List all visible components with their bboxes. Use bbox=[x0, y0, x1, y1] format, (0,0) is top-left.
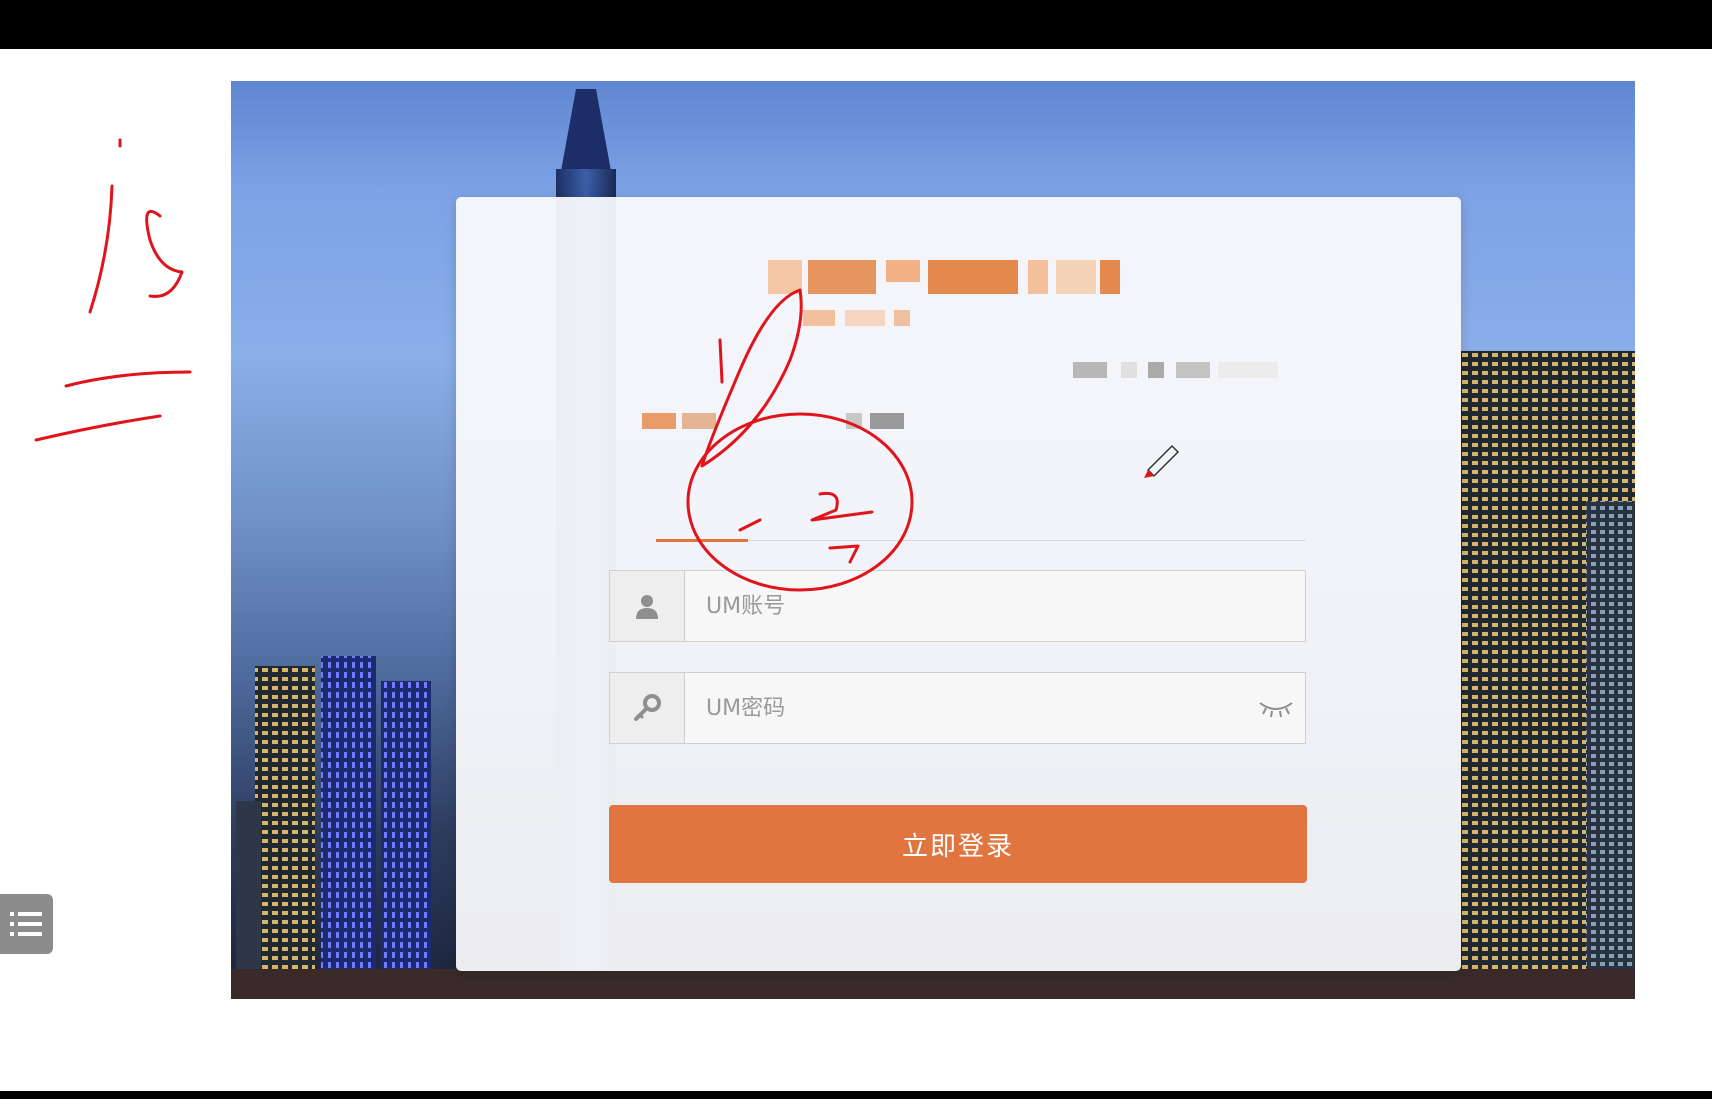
eye-closed-icon[interactable] bbox=[1258, 697, 1294, 723]
list-icon[interactable] bbox=[0, 894, 53, 954]
username-field-group bbox=[609, 570, 1306, 642]
top-black-bar bbox=[0, 0, 1712, 49]
username-input[interactable] bbox=[685, 571, 1245, 641]
annotation-underline-2 bbox=[34, 414, 162, 442]
user-icon bbox=[610, 571, 685, 641]
tab-active-indicator bbox=[656, 539, 748, 542]
password-input[interactable] bbox=[685, 673, 1245, 743]
login-button[interactable]: 立即登录 bbox=[609, 805, 1307, 883]
annotation-underline-1 bbox=[64, 370, 192, 388]
login-screen: 立即登录 bbox=[231, 81, 1635, 999]
key-icon bbox=[610, 673, 685, 743]
bottom-black-bar bbox=[0, 1091, 1712, 1099]
login-card: 立即登录 bbox=[456, 197, 1461, 971]
tab-divider bbox=[656, 540, 1306, 541]
password-field-group bbox=[609, 672, 1306, 744]
annotation-js bbox=[88, 138, 184, 314]
